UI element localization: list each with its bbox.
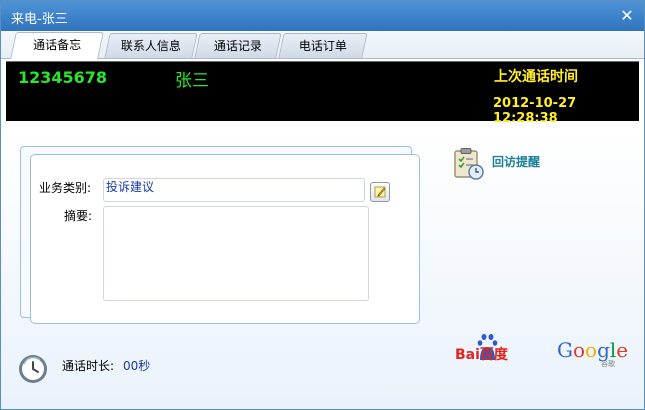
title-bar[interactable]: 来电-张三 ✕ — [1, 1, 644, 31]
google-wordmark: Google 谷歌 — [557, 338, 628, 368]
close-button[interactable]: ✕ — [618, 7, 636, 25]
revisit-reminder-button[interactable]: 回访提醒 — [452, 147, 552, 181]
edit-business-type-button[interactable] — [370, 182, 390, 202]
window-title: 来电-张三 — [11, 12, 68, 27]
caller-name: 张三 — [175, 71, 209, 91]
call-duration-label: 通话时长: — [62, 359, 115, 373]
call-duration-value: 00秒 — [123, 359, 151, 373]
revisit-reminder-label: 回访提醒 — [492, 155, 541, 169]
business-type-label: 业务类别: — [39, 181, 92, 195]
google-logo[interactable]: Google 谷歌 — [557, 335, 629, 371]
history-clock-icon — [19, 355, 47, 383]
tab-call-memo[interactable]: 通话备忘 — [10, 32, 104, 59]
memo-content: 业务类别: 投诉建议 摘要: 回访提醒 通话时长: 00秒 Bai百度 Goog… — [1, 127, 644, 409]
google-text: Google — [557, 338, 628, 362]
edit-note-icon — [374, 186, 386, 198]
business-type-field[interactable]: 投诉建议 — [103, 178, 365, 202]
caller-status-panel: 12345678 张三 上次通话时间 2012-10-27 12:28:38 — [6, 61, 639, 126]
last-call-label: 上次通话时间 — [494, 69, 578, 85]
summary-label: 摘要: — [64, 209, 93, 223]
baidu-paw-icon: Bai百度 — [455, 334, 509, 363]
tab-contact-info[interactable]: 联系人信息 — [104, 33, 198, 58]
phone-number: 12345678 — [18, 68, 108, 87]
baidu-logo[interactable]: Bai百度 — [453, 333, 525, 363]
last-call-time: 2012-10-27 12:28:38 — [493, 96, 577, 126]
tab-bar: 通话备忘 联系人信息 通话记录 电话订单 — [1, 31, 644, 59]
close-icon: ✕ — [620, 6, 634, 25]
incoming-call-window: 来电-张三 ✕ 通话备忘 联系人信息 通话记录 电话订单 12345678 张三… — [0, 0, 645, 410]
tab-call-log[interactable]: 通话记录 — [194, 33, 282, 58]
clipboard-clock-icon — [454, 148, 484, 180]
google-subtext: 谷歌 — [601, 359, 615, 368]
summary-input[interactable] — [103, 206, 369, 301]
tab-phone-order[interactable]: 电话订单 — [278, 33, 368, 58]
baidu-text: Bai百度 — [455, 346, 509, 363]
memo-form-panel: 业务类别: 投诉建议 摘要: — [30, 154, 420, 324]
